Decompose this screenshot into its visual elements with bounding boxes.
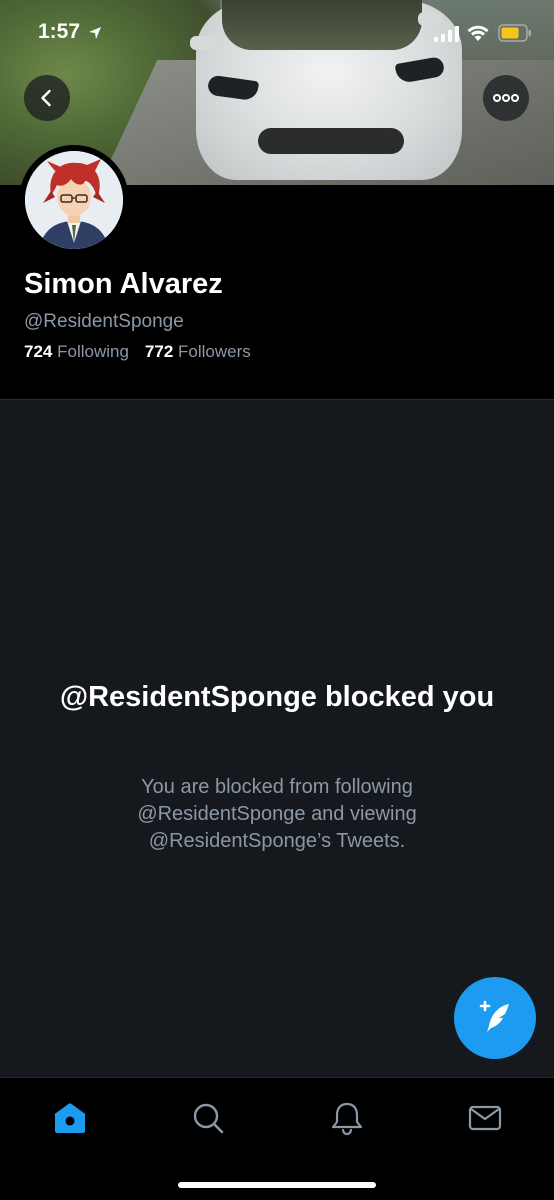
banner-car-grille bbox=[258, 128, 404, 154]
search-icon bbox=[193, 1103, 224, 1134]
back-button[interactable] bbox=[24, 75, 70, 121]
following-count: 724 bbox=[24, 342, 53, 361]
profile-name: Simon Alvarez bbox=[24, 268, 223, 300]
chevron-left-icon bbox=[41, 89, 51, 107]
following-stat[interactable]: 724 Following bbox=[24, 342, 129, 362]
avatar[interactable] bbox=[25, 151, 123, 249]
followers-stat[interactable]: 772 Followers bbox=[145, 342, 251, 362]
following-label: Following bbox=[57, 342, 129, 361]
followers-count: 772 bbox=[144, 342, 174, 361]
follow-counts: 724 Following 772 Followers bbox=[24, 342, 251, 362]
nav-notifications[interactable] bbox=[327, 1098, 367, 1138]
cellular-signal-icon bbox=[434, 26, 459, 42]
blocked-description: You are blocked from following @Resident… bbox=[137, 776, 417, 852]
wifi-icon bbox=[467, 25, 489, 41]
battery-icon bbox=[498, 24, 531, 42]
home-indicator bbox=[178, 1182, 376, 1188]
more-horizontal-icon bbox=[493, 94, 519, 102]
nav-messages[interactable] bbox=[465, 1098, 505, 1138]
followers-label: Followers bbox=[178, 342, 251, 361]
more-options-button[interactable] bbox=[483, 75, 529, 121]
compose-feather-icon bbox=[479, 1000, 509, 1032]
nav-search[interactable] bbox=[188, 1098, 228, 1138]
home-icon bbox=[54, 1103, 86, 1133]
status-bar: 1:57 bbox=[0, 0, 554, 66]
status-time: 1:57 bbox=[38, 20, 81, 43]
section-divider bbox=[0, 399, 554, 400]
nav-home[interactable] bbox=[50, 1098, 90, 1138]
blocked-title: @ResidentSponge blocked you bbox=[59, 681, 495, 713]
compose-tweet-button[interactable] bbox=[454, 977, 536, 1059]
profile-handle: @ResidentSponge bbox=[24, 311, 184, 332]
location-arrow-icon bbox=[89, 27, 101, 39]
mail-icon bbox=[468, 1105, 502, 1131]
avatar-illustration bbox=[25, 151, 123, 249]
bell-icon bbox=[331, 1102, 363, 1136]
